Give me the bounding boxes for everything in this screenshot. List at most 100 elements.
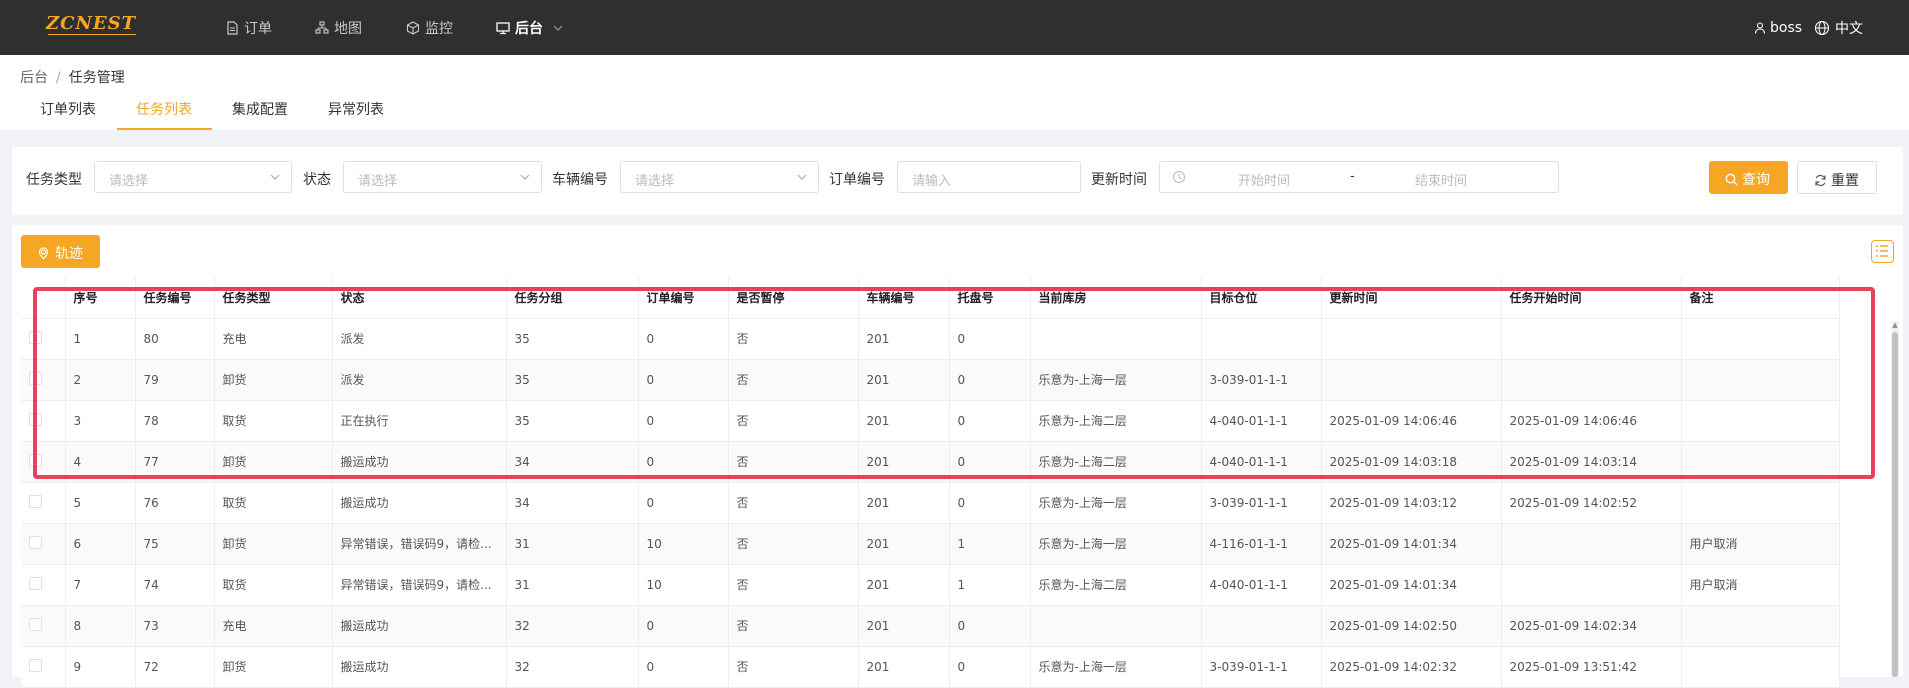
table-row[interactable]: 7 74 取货 异常错误，错误码9，请检... 31 10 否 201 1 乐意为-上海二层 4-0… — [21, 564, 1840, 606]
table-cell: 201 — [858, 482, 950, 524]
table-cell: 5 — [65, 482, 136, 524]
table-cell: 0 — [638, 318, 729, 360]
table-cell: 0 — [949, 318, 1031, 360]
table-cell: 201 — [858, 441, 950, 483]
row-checkbox[interactable] — [29, 658, 42, 672]
table-cell: 0 — [638, 400, 729, 442]
tab-order-list[interactable]: 订单列表 — [40, 99, 100, 130]
language-label: 中文 — [1835, 20, 1863, 37]
table-cell: 2025-01-09 14:03:14 — [1501, 441, 1682, 483]
table-cell — [1681, 605, 1840, 647]
top-navbar: ZCNEST 订单 地图 监控 后台 boss 中文 — [0, 0, 1909, 55]
table-cell: 201 — [858, 523, 950, 565]
row-checkbox[interactable] — [29, 535, 42, 549]
filter-bar: 任务类型 请选择 状态 请选择 车辆编号 请选择 订单编号 请输入 更新时间 开… — [12, 147, 1903, 215]
table-cell: 0 — [638, 441, 729, 483]
vehicle-no-select[interactable]: 请选择 — [620, 161, 819, 193]
table-cell: 充电 — [214, 318, 333, 360]
table-row[interactable]: 2 79 卸货 派发 35 0 否 201 0 乐意为-上海一层 3-039-01-1-1 — [21, 359, 1840, 401]
table-cell: 10 — [638, 523, 729, 565]
table-cell: 0 — [949, 359, 1031, 401]
vehicle-no-label: 车辆编号 — [552, 172, 608, 188]
breadcrumb-root[interactable]: 后台 — [20, 70, 48, 86]
column-settings-icon[interactable] — [1871, 240, 1894, 263]
row-checkbox[interactable] — [29, 330, 42, 344]
table-cell: 派发 — [332, 359, 507, 401]
row-select-cell — [21, 523, 66, 565]
row-checkbox[interactable] — [29, 453, 42, 467]
table-cell: 3-039-01-1-1 — [1201, 359, 1322, 401]
nav-admin[interactable]: 后台 — [496, 0, 563, 55]
tab-integration-config[interactable]: 集成配置 — [232, 99, 292, 130]
tab-exception-list[interactable]: 异常列表 — [328, 99, 388, 130]
row-checkbox[interactable] — [29, 494, 42, 508]
table-row[interactable]: 5 76 取货 搬运成功 34 0 否 201 0 乐意为-上海一层 3-039-01-1-1 202… — [21, 482, 1840, 524]
table-row[interactable]: 3 78 取货 正在执行 35 0 否 201 0 乐意为-上海二层 4-040-01-1-1 202… — [21, 400, 1840, 442]
table-cell: 2025-01-09 14:02:52 — [1501, 482, 1682, 524]
table-cell: 1 — [65, 318, 136, 360]
table-row[interactable]: 9 72 卸货 搬运成功 32 0 否 201 0 乐意为-上海一层 3-039-01-1-1 202… — [21, 646, 1840, 688]
tab-task-list[interactable]: 任务列表 — [117, 99, 212, 130]
query-button[interactable]: 查询 — [1709, 161, 1788, 194]
table-cell — [1681, 359, 1840, 401]
table-cell: 0 — [638, 482, 729, 524]
language-switcher[interactable]: 中文 — [1814, 0, 1863, 55]
table-cell: 0 — [638, 359, 729, 401]
nav-monitor-label: 监控 — [425, 20, 453, 37]
table-cell: 31 — [506, 523, 639, 565]
table-cell: 0 — [638, 646, 729, 688]
nav-monitor[interactable]: 监控 — [406, 0, 453, 55]
table-cell: 派发 — [332, 318, 507, 360]
clock-icon — [1172, 170, 1186, 184]
table-cell: 2025-01-09 14:02:50 — [1321, 605, 1502, 647]
nav-map[interactable]: 地图 — [315, 0, 362, 55]
vertical-scrollbar-thumb[interactable] — [1892, 332, 1898, 677]
row-select-cell — [21, 605, 66, 647]
row-checkbox[interactable] — [29, 576, 42, 590]
update-time-range[interactable]: 开始时间 - 结束时间 — [1159, 161, 1559, 193]
table-cell: 32 — [506, 605, 639, 647]
row-checkbox[interactable] — [29, 412, 42, 426]
table-cell: 否 — [728, 359, 859, 401]
row-select-cell — [21, 441, 66, 483]
table-cell — [1681, 482, 1840, 524]
table-row[interactable]: 4 77 卸货 搬运成功 34 0 否 201 0 乐意为-上海二层 4-040-01-1-1 202… — [21, 441, 1840, 483]
table-cell: 0 — [949, 400, 1031, 442]
table-cell: 201 — [858, 646, 950, 688]
table-row[interactable]: 6 75 卸货 异常错误，错误码9，请检... 31 10 否 201 1 乐意为-上海一层 4-1… — [21, 523, 1840, 565]
status-select[interactable]: 请选择 — [343, 161, 542, 193]
table-cell — [1201, 318, 1322, 360]
user-menu[interactable]: boss — [1754, 0, 1802, 55]
table-cell: 1 — [949, 523, 1031, 565]
location-pin-icon — [38, 246, 49, 259]
table-cell: 搬运成功 — [332, 482, 507, 524]
column-header: 当前库房 — [1030, 277, 1202, 319]
chevron-down-icon — [553, 25, 563, 31]
reset-button[interactable]: 重置 — [1797, 161, 1877, 194]
task-type-select[interactable]: 请选择 — [94, 161, 292, 193]
scroll-up-arrow-icon[interactable]: ▲ — [1891, 321, 1899, 331]
table-cell: 乐意为-上海一层 — [1030, 359, 1202, 401]
table-cell: 78 — [135, 400, 215, 442]
start-time-placeholder[interactable]: 开始时间 — [1238, 170, 1290, 189]
nav-orders-label: 订单 — [244, 20, 272, 37]
nav-orders[interactable]: 订单 — [225, 0, 272, 55]
breadcrumb: 后台 / 任务管理 — [20, 67, 125, 87]
table-cell: 10 — [638, 564, 729, 606]
table-cell: 2025-01-09 14:03:18 — [1321, 441, 1502, 483]
track-button[interactable]: 轨迹 — [21, 235, 100, 268]
end-time-placeholder[interactable]: 结束时间 — [1415, 170, 1467, 189]
select-all-header[interactable] — [21, 277, 66, 319]
row-checkbox[interactable] — [29, 617, 42, 631]
table-row[interactable]: 8 73 充电 搬运成功 32 0 否 201 0 2025-01-09 14:02:50 2025… — [21, 605, 1840, 647]
table-cell: 75 — [135, 523, 215, 565]
table-cell — [1681, 318, 1840, 360]
row-checkbox[interactable] — [29, 371, 42, 385]
brand-logo[interactable]: ZCNEST — [46, 13, 138, 35]
order-no-input[interactable]: 请输入 — [897, 161, 1081, 193]
table-cell — [1681, 646, 1840, 688]
order-no-label: 订单编号 — [829, 172, 885, 188]
table-cell: 搬运成功 — [332, 646, 507, 688]
table-row[interactable]: 1 80 充电 派发 35 0 否 201 0 — [21, 318, 1840, 360]
table-cell: 用户取消 — [1681, 523, 1840, 565]
